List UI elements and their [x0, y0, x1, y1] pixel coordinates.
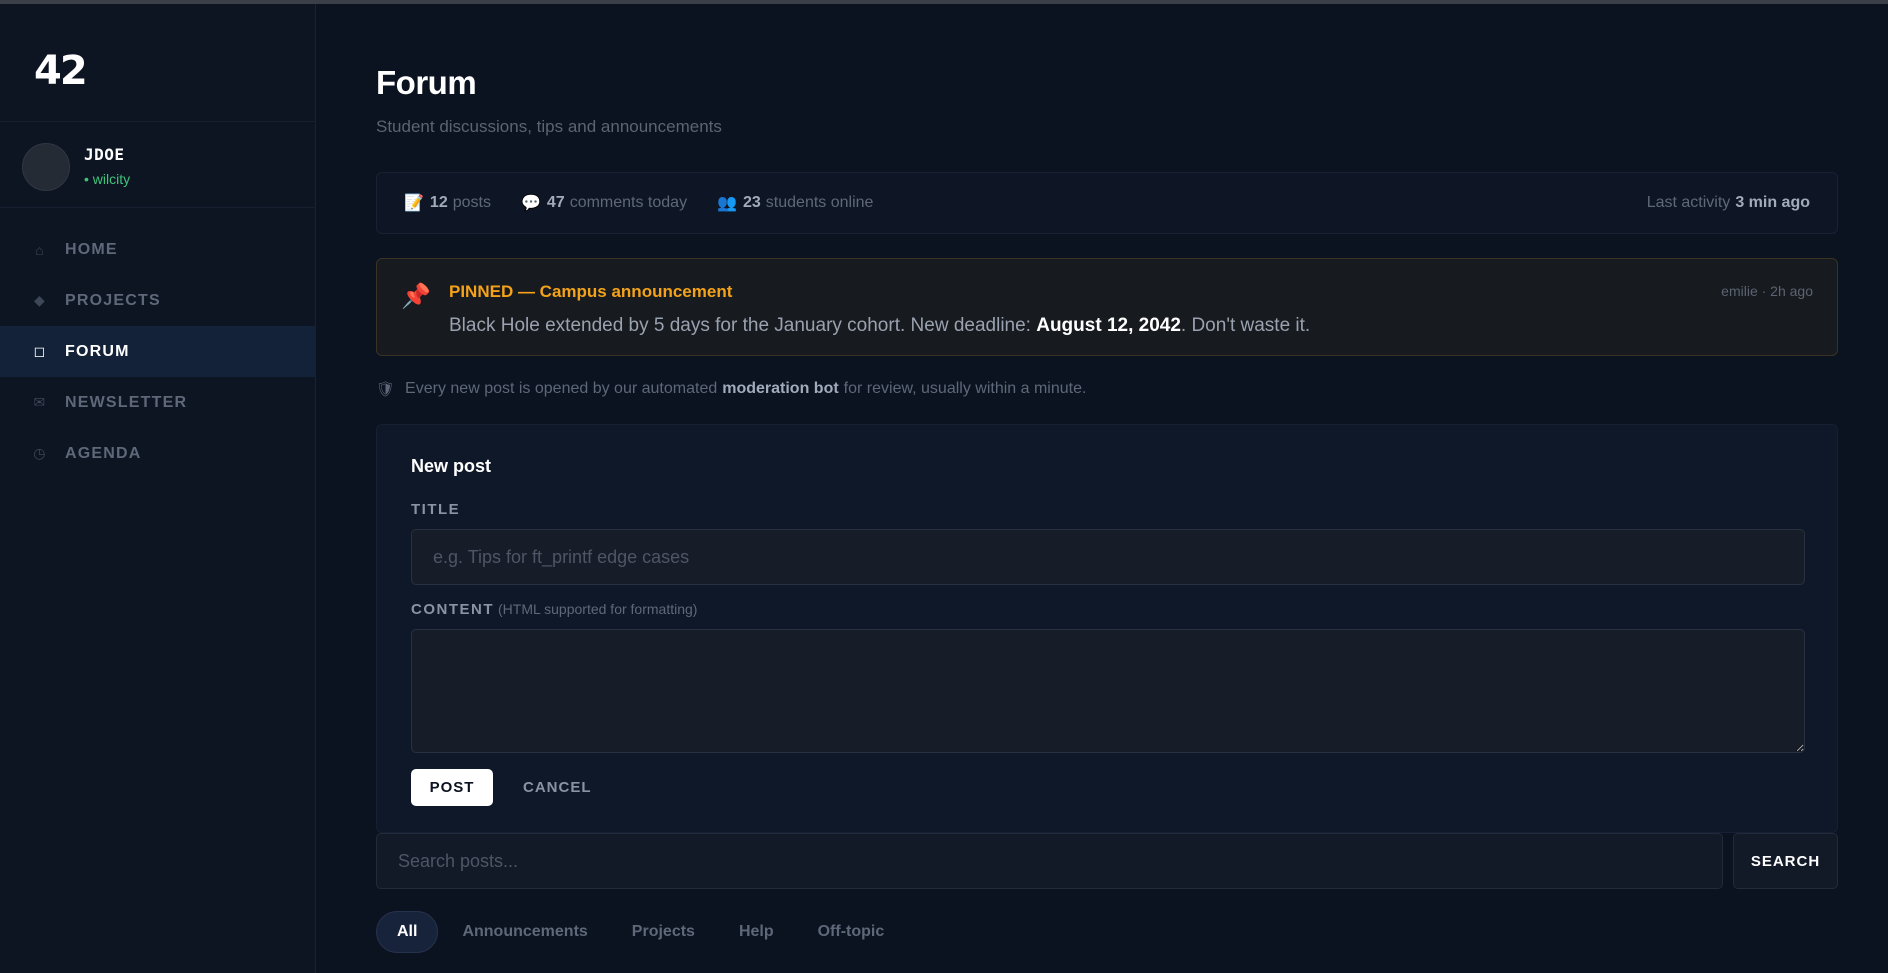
pinned-meta: emilie · 2h ago: [1721, 283, 1813, 299]
content-label-text: CONTENT: [411, 601, 494, 618]
moderation-text: Every new post is opened by our automate…: [405, 380, 718, 397]
page-subtitle: Student discussions, tips and announceme…: [376, 117, 722, 136]
diamond-icon: ◆: [34, 292, 46, 308]
title-label: TITLE: [411, 501, 461, 518]
forum-stats-bar: 📝 12 posts 💬 47 comments today 👥 23 stud…: [376, 172, 1838, 234]
moderation-note: 🛡 Every new post is opened by our automa…: [376, 380, 1086, 398]
pinned-announcement[interactable]: 📌 PINNED — Campus announcement emilie · …: [376, 258, 1838, 356]
content-hint: (HTML supported for formatting): [498, 601, 698, 617]
pinned-body: Black Hole extended by 5 days for the Ja…: [449, 315, 1310, 337]
sidebar-item-agenda[interactable]: ◷ AGENDA: [0, 428, 316, 479]
posts-count: 12: [429, 194, 448, 211]
last-activity-value: 3 min ago: [1735, 194, 1810, 211]
logo[interactable]: 42: [34, 48, 88, 94]
post-title-input[interactable]: [411, 529, 1805, 585]
username[interactable]: JDOE: [84, 145, 125, 164]
user-campus: • wilcity: [84, 171, 131, 187]
moderation-text-end: for review, usually within a minute.: [843, 380, 1087, 397]
category-filters: All Announcements Projects Help Off-topi…: [376, 911, 908, 953]
sidebar-nav: ⌂ HOME ◆ PROJECTS ◻ FORUM ✉ NEWSLETTER ◷…: [0, 224, 316, 479]
sidebar-item-label: PROJECTS: [65, 291, 161, 309]
content-label: CONTENT (HTML supported for formatting): [411, 601, 697, 618]
last-activity: Last activity 3 min ago: [1647, 194, 1810, 212]
clock-icon: ◷: [33, 445, 47, 461]
square-icon: ◻: [33, 343, 47, 359]
filter-projects[interactable]: Projects: [612, 911, 715, 953]
sidebar-item-label: HOME: [65, 240, 118, 258]
users-icon: 👥: [717, 195, 737, 212]
moderation-bot-label: moderation bot: [722, 380, 839, 397]
filter-help[interactable]: Help: [719, 911, 794, 953]
stat-online: 👥 23 students online: [717, 193, 873, 213]
pinned-body-text: Black Hole extended by 5 days for the Ja…: [449, 315, 1037, 336]
comments-count: 47: [546, 194, 565, 211]
sidebar-item-label: NEWSLETTER: [65, 393, 188, 411]
sidebar-item-projects[interactable]: ◆ PROJECTS: [0, 275, 316, 326]
new-post-form: New post TITLE CONTENT(HTML supported fo…: [376, 424, 1838, 833]
sidebar: 42 JDOE • wilcity ⌂ HOME ◆ PROJECTS ◻ FO…: [0, 4, 316, 973]
divider: [0, 121, 316, 122]
memo-icon: 📝: [404, 195, 424, 212]
filter-off-topic[interactable]: Off-topic: [798, 911, 905, 953]
online-label: students online: [765, 194, 874, 211]
comments-label: comments today: [569, 194, 688, 211]
envelope-icon: ✉: [33, 394, 47, 410]
online-count: 23: [743, 194, 761, 211]
pinned-deadline: August 12, 2042: [1036, 315, 1181, 336]
new-post-heading: New post: [411, 456, 492, 476]
pinned-body-text-end: . Don't waste it.: [1180, 315, 1311, 336]
search-button[interactable]: SEARCH: [1733, 833, 1838, 889]
sidebar-item-forum[interactable]: ◻ FORUM: [0, 326, 316, 377]
divider: [0, 207, 316, 208]
shield-icon: 🛡: [376, 381, 396, 398]
last-activity-label: Last activity: [1646, 194, 1731, 211]
avatar[interactable]: [22, 143, 70, 191]
home-icon: ⌂: [35, 241, 45, 258]
cancel-button[interactable]: CANCEL: [509, 769, 606, 806]
sidebar-item-newsletter[interactable]: ✉ NEWSLETTER: [0, 377, 316, 428]
search-posts-input[interactable]: [376, 833, 1723, 889]
posts-label: posts: [452, 194, 491, 211]
sidebar-item-label: FORUM: [65, 342, 130, 360]
post-button[interactable]: POST: [411, 769, 493, 806]
page-title: Forum: [376, 64, 477, 101]
stat-comments: 💬 47 comments today: [521, 193, 687, 213]
post-content-textarea[interactable]: [411, 629, 1805, 753]
filter-all[interactable]: All: [376, 911, 439, 953]
stat-posts: 📝 12 posts: [404, 193, 491, 213]
speech-bubble-icon: 💬: [520, 195, 541, 212]
filter-announcements[interactable]: Announcements: [442, 911, 607, 953]
pushpin-icon: 📌: [401, 283, 431, 310]
sidebar-item-home[interactable]: ⌂ HOME: [0, 224, 316, 275]
pinned-title: PINNED — Campus announcement: [449, 282, 733, 301]
sidebar-item-label: AGENDA: [65, 444, 142, 462]
